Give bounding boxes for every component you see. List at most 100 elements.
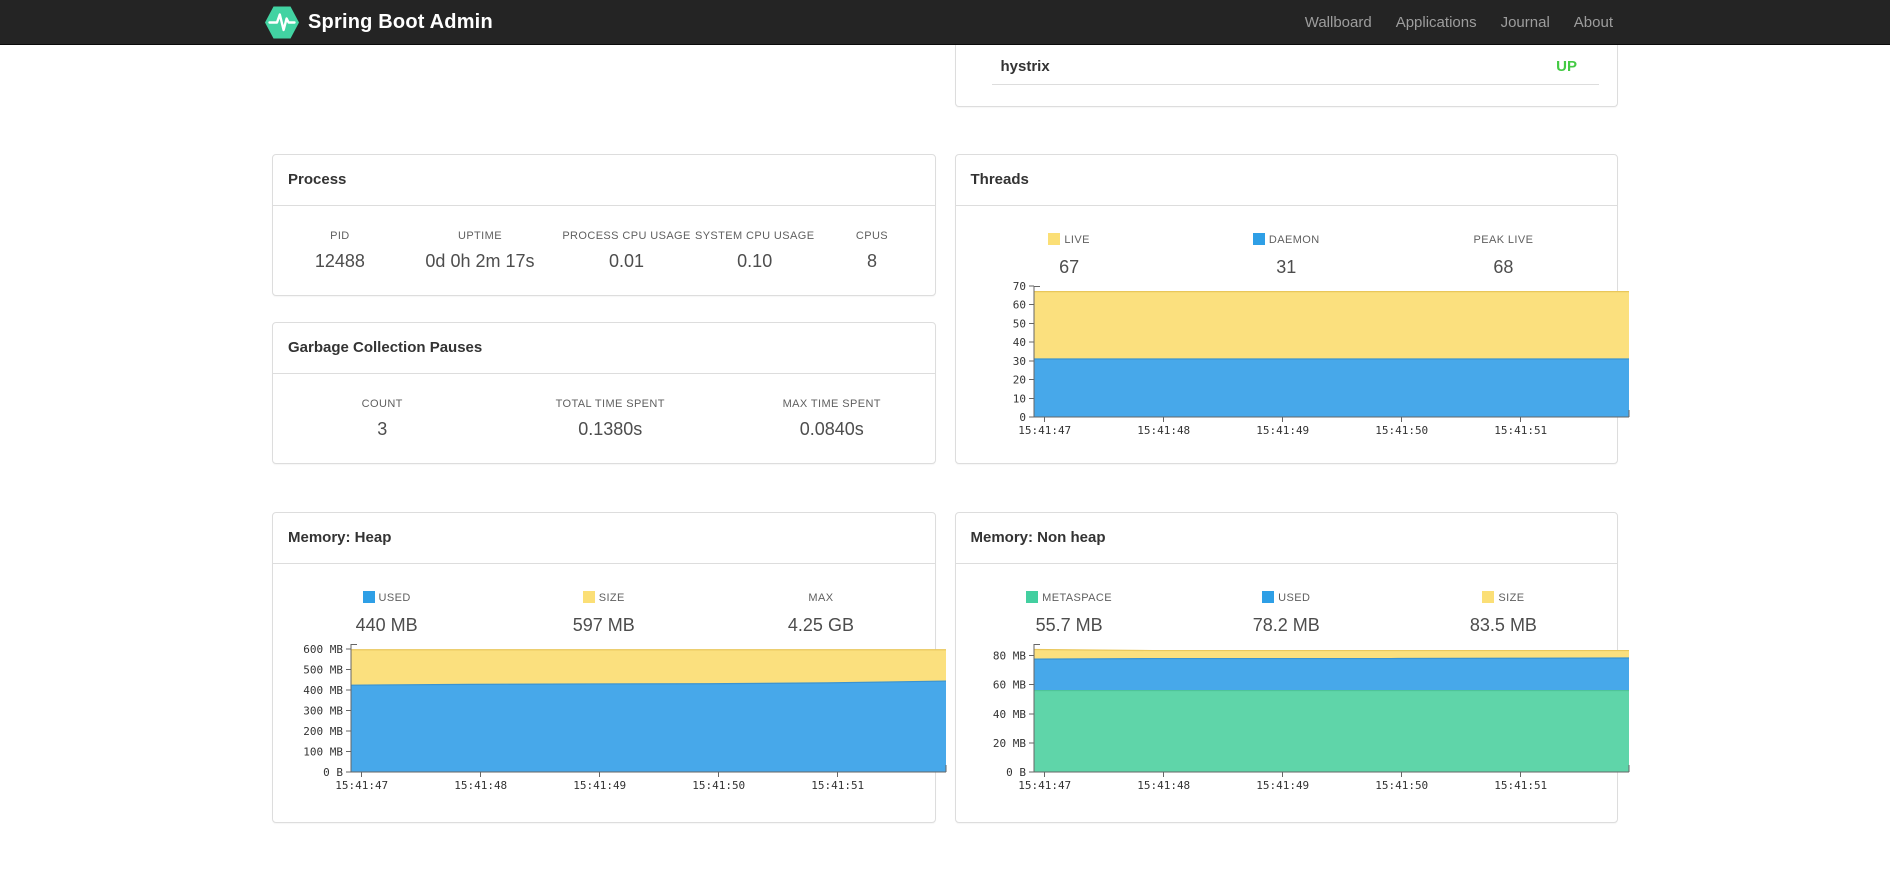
svg-text:80 MB: 80 MB [992, 650, 1025, 663]
svg-text:20: 20 [1012, 374, 1025, 387]
nav-link[interactable]: Wallboard [1293, 14, 1384, 31]
svg-text:40: 40 [1012, 336, 1025, 349]
stat-value: 3 [377, 419, 388, 439]
stat-cell: MAX TIME SPENT 0.0840s [734, 398, 929, 440]
stat-cell: 597 MB [495, 615, 712, 636]
stat-label: COUNT [361, 398, 403, 410]
stat-value: 83.5 MB [1469, 615, 1537, 635]
legend-label: METASPACE [1042, 592, 1112, 604]
svg-text:15:41:49: 15:41:49 [1256, 779, 1309, 792]
main-content: Process PID 12488 UPTIME 0d 0h 2m 17s PR… [272, 45, 1629, 823]
heap-legend: USED SIZE MAX [273, 564, 935, 606]
legend-item: USED [1178, 588, 1395, 606]
legend-label: PEAK LIVE [1473, 234, 1534, 246]
svg-text:500 MB: 500 MB [303, 664, 343, 677]
nonheap-legend: METASPACE USED SIZE [956, 564, 1618, 606]
threads-legend: LIVE DAEMON PEAK LIVE [956, 206, 1618, 248]
nav-links: Wallboard Applications Journal About [1293, 14, 1625, 31]
svg-text:50: 50 [1012, 317, 1025, 330]
stat-cell: UPTIME 0d 0h 2m 17s [402, 230, 558, 272]
application-row[interactable]: hystrix UP [956, 45, 1618, 84]
stat-label: UPTIME [457, 230, 502, 242]
process-card-title: Process [273, 155, 935, 206]
stat-value: 8 [866, 251, 877, 271]
process-stats: PID 12488 UPTIME 0d 0h 2m 17s PROCESS CP… [273, 206, 935, 272]
legend-swatch [362, 591, 375, 603]
svg-text:20 MB: 20 MB [992, 737, 1025, 750]
stat-label: TOTAL TIME SPENT [555, 398, 665, 410]
process-card: Process PID 12488 UPTIME 0d 0h 2m 17s PR… [272, 154, 936, 296]
application-status-card: hystrix UP [954, 45, 1618, 107]
application-name[interactable]: hystrix [1001, 58, 1050, 75]
svg-text:400 MB: 400 MB [303, 684, 343, 697]
brand[interactable]: Spring Boot Admin [265, 4, 493, 41]
stat-value: 67 [1059, 257, 1080, 277]
stat-cell: 83.5 MB [1395, 615, 1612, 636]
status-badge: UP [1556, 58, 1577, 75]
spring-boot-admin-logo-icon [265, 4, 299, 41]
svg-text:15:41:50: 15:41:50 [1375, 779, 1428, 792]
svg-text:200 MB: 200 MB [303, 725, 343, 738]
legend-item: SIZE [495, 588, 712, 606]
legend-swatch [1262, 591, 1275, 603]
stat-label: CPUS [855, 230, 889, 242]
gc-pauses-card: Garbage Collection Pauses COUNT 3 TOTAL … [272, 322, 936, 464]
stat-cell: CPUS 8 [814, 230, 929, 272]
stat-cell: COUNT 3 [278, 398, 486, 440]
stat-value: 68 [1493, 257, 1514, 277]
stat-value: 12488 [314, 251, 365, 271]
legend-label: USED [378, 592, 411, 604]
left-column: Process PID 12488 UPTIME 0d 0h 2m 17s PR… [272, 45, 947, 823]
stat-cell: 78.2 MB [1178, 615, 1395, 636]
nav-link[interactable]: Applications [1384, 14, 1489, 31]
stat-value: 597 MB [572, 615, 635, 635]
gc-stats: COUNT 3 TOTAL TIME SPENT 0.1380s MAX TIM… [273, 374, 935, 440]
nav-link[interactable]: Journal [1489, 14, 1562, 31]
legend-label: SIZE [1498, 592, 1525, 604]
svg-text:15:41:47: 15:41:47 [1018, 424, 1071, 437]
memory-heap-card: Memory: Heap USED SIZE MAX 440 MB 597 MB… [272, 512, 947, 823]
stat-value: 55.7 MB [1035, 615, 1103, 635]
svg-text:15:41:49: 15:41:49 [1256, 424, 1309, 437]
navbar: Spring Boot Admin Wallboard Applications… [0, 0, 1890, 45]
stat-cell: 31 [1178, 257, 1395, 278]
legend-label: SIZE [598, 592, 625, 604]
svg-text:15:41:48: 15:41:48 [1137, 424, 1190, 437]
heap-values: 440 MB 597 MB 4.25 GB [273, 606, 935, 638]
memory-nonheap-chart: 0 B 20 MB 40 MB 60 MB 80 MB 15:41:47 15:41:48 1… [956, 638, 1629, 803]
stat-cell: 4.25 GB [712, 615, 929, 636]
svg-text:15:41:47: 15:41:47 [335, 779, 388, 792]
stat-cell: 55.7 MB [961, 615, 1178, 636]
memory-nonheap-card: Memory: Non heap METASPACE USED SIZE 55.… [954, 512, 1629, 823]
svg-text:15:41:47: 15:41:47 [1018, 779, 1071, 792]
svg-text:100 MB: 100 MB [303, 746, 343, 759]
stat-cell: 68 [1395, 257, 1612, 278]
svg-text:10: 10 [1012, 392, 1025, 405]
stat-label: PROCESS CPU USAGE [562, 230, 691, 242]
gc-pauses-card-title: Garbage Collection Pauses [273, 323, 935, 374]
svg-text:70: 70 [1012, 280, 1025, 293]
row-divider [991, 84, 1599, 85]
svg-text:40 MB: 40 MB [992, 708, 1025, 721]
legend-item: METASPACE [961, 588, 1178, 606]
stat-value: 78.2 MB [1252, 615, 1320, 635]
navbar-container: Spring Boot Admin Wallboard Applications… [250, 0, 1640, 44]
stat-value: 0.10 [737, 251, 773, 271]
legend-item: DAEMON [1178, 230, 1395, 248]
legend-swatch [1482, 591, 1495, 603]
threads-card-title: Threads [955, 155, 1617, 206]
nav-link[interactable]: About [1562, 14, 1625, 31]
stat-value: 440 MB [355, 615, 418, 635]
stat-label: SYSTEM CPU USAGE [694, 230, 815, 242]
stat-value: 0.1380s [578, 419, 643, 439]
legend-item: LIVE [961, 230, 1178, 248]
svg-text:15:41:51: 15:41:51 [1494, 424, 1547, 437]
stat-cell: PROCESS CPU USAGE 0.01 [558, 230, 695, 272]
svg-text:15:41:48: 15:41:48 [1137, 779, 1190, 792]
legend-label: LIVE [1064, 234, 1090, 246]
legend-label: MAX [808, 592, 834, 604]
svg-text:15:41:49: 15:41:49 [573, 779, 626, 792]
svg-text:0 B: 0 B [1006, 766, 1026, 779]
stat-cell: SYSTEM CPU USAGE 0.10 [695, 230, 814, 272]
stat-label: PID [330, 230, 350, 242]
